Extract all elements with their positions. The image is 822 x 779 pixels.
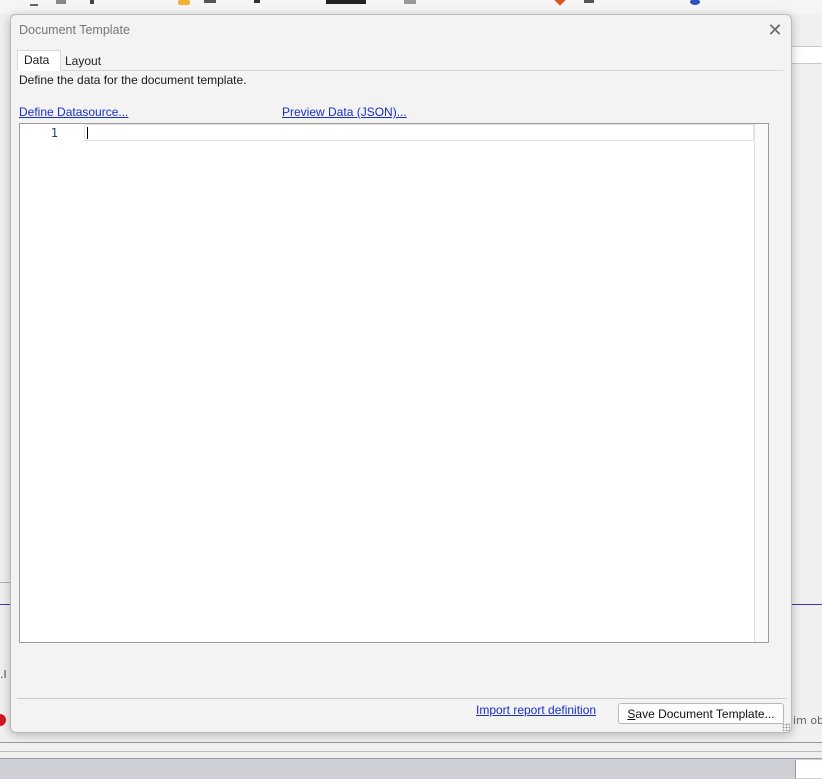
- background-text: lim obj: [790, 714, 822, 727]
- tab-bar: Data Layout: [17, 50, 783, 71]
- import-report-definition-link[interactable]: Import report definition: [476, 703, 596, 717]
- resize-grip-icon[interactable]: [782, 723, 790, 731]
- toolbar-icon: [90, 0, 94, 4]
- toolbar-icon: [56, 0, 66, 4]
- background-panel: [790, 46, 822, 64]
- tab-description: Define the data for the document templat…: [19, 73, 247, 87]
- background-text: .l: [0, 668, 7, 681]
- diamond-icon: [554, 0, 566, 6]
- preview-data-link[interactable]: Preview Data (JSON)...: [282, 105, 407, 119]
- dialog-title: Document Template: [19, 23, 130, 37]
- text-caret: [87, 127, 88, 139]
- editor-current-line[interactable]: [84, 124, 754, 141]
- save-button-label: ave Document Template...: [635, 706, 775, 721]
- toolbar-icon: [584, 0, 594, 3]
- toolbar-icon: [30, 0, 38, 6]
- info-icon: [690, 0, 700, 5]
- save-button-mnemonic: S: [627, 706, 636, 721]
- line-number: 1: [50, 126, 58, 140]
- folder-icon: [178, 0, 190, 5]
- editor-vertical-scrollbar[interactable]: [754, 124, 768, 642]
- footer-divider: [17, 698, 787, 699]
- toolbar-icon: [404, 0, 416, 4]
- json-code-editor[interactable]: 1: [19, 123, 769, 643]
- toolbar-icon: [204, 0, 216, 3]
- toolbar-icon: [326, 0, 366, 4]
- dialog-titlebar[interactable]: Document Template ✕: [11, 15, 791, 46]
- document-template-dialog: Document Template ✕ Data Layout Define t…: [10, 14, 792, 733]
- stop-icon: [0, 714, 6, 726]
- status-bar-box: [795, 760, 822, 778]
- background-toolbar: [0, 0, 822, 14]
- save-document-template-button[interactable]: Save Document Template...: [618, 703, 784, 724]
- close-icon[interactable]: ✕: [765, 20, 785, 41]
- background-divider: [0, 742, 822, 752]
- define-datasource-link[interactable]: Define Datasource...: [19, 105, 128, 119]
- tab-data[interactable]: Data: [17, 50, 61, 71]
- line-number-gutter: 1: [20, 124, 84, 642]
- tab-layout[interactable]: Layout: [59, 52, 107, 71]
- toolbar-icon: [254, 0, 260, 3]
- background-divider: [790, 604, 822, 605]
- status-bar: [0, 758, 822, 779]
